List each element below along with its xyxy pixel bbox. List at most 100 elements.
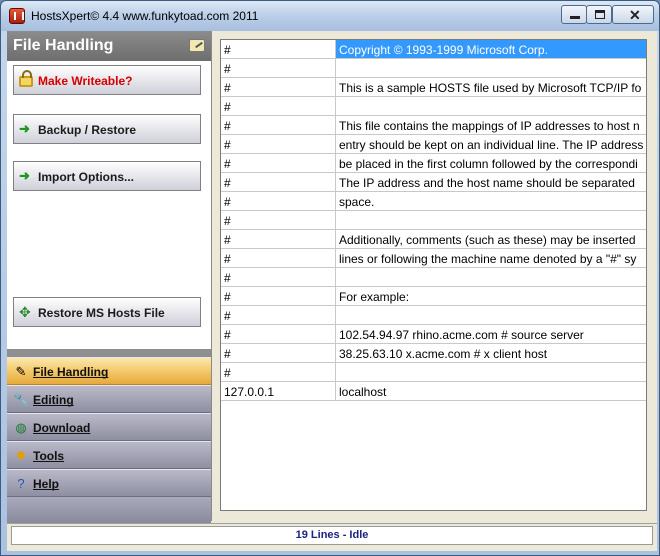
status-bar: 19 Lines - Idle [7,523,657,547]
nav-download[interactable]: ◍ Download [7,413,211,441]
host-cell[interactable] [336,268,646,286]
nav-file-handling-label: File Handling [33,365,109,379]
host-cell[interactable]: space. [336,192,646,210]
green-arrow-icon: ➜ [19,168,30,183]
ip-cell[interactable]: # [221,211,336,229]
ip-cell[interactable]: # [221,306,336,324]
host-cell[interactable] [336,363,646,381]
host-cell[interactable] [336,306,646,324]
table-row[interactable]: # lines or following the machine name den… [221,249,646,268]
table-row[interactable]: 127.0.0.1 localhost [221,382,646,401]
host-cell[interactable]: Additionally, comments (such as these) m… [336,230,646,248]
table-row[interactable]: # entry should be kept on an individual l… [221,135,646,154]
ip-cell[interactable]: # [221,78,336,96]
import-options-button[interactable]: ➜ Import Options... [13,161,201,191]
file-edit-icon [189,39,205,52]
table-row[interactable]: # This is a sample HOSTS file used by Mic… [221,78,646,97]
ip-cell[interactable]: # [221,97,336,115]
status-panel: 19 Lines - Idle [11,526,653,545]
main-panel: # Copyright © 1993-1999 Microsoft Corp. # #… [212,31,657,521]
table-row[interactable]: # space. [221,192,646,211]
window-title: HostsXpert© 4.4 www.funkytoad.com 2011 [31,9,259,23]
sidebar-header: File Handling [7,31,211,61]
table-row[interactable]: # [221,97,646,116]
ip-cell[interactable]: # [221,344,336,362]
restore-ms-hosts-button[interactable]: ✥ Restore MS Hosts File [13,297,201,327]
table-row[interactable]: # Copyright © 1993-1999 Microsoft Corp. [221,40,646,59]
sidebar: File Handling Make Writeable? ➜ Backup /… [7,31,212,523]
host-cell[interactable]: lines or following the machine name deno… [336,249,646,267]
backup-restore-button[interactable]: ➜ Backup / Restore [13,114,201,144]
restore-ms-hosts-label: Restore MS Hosts File [38,306,165,320]
table-row[interactable]: # be placed in the first column followed … [221,154,646,173]
host-cell[interactable]: This file contains the mappings of IP ad… [336,116,646,134]
close-button[interactable]: ✕ [612,5,654,24]
ip-cell[interactable]: # [221,154,336,172]
ip-cell[interactable]: # [221,173,336,191]
ip-cell[interactable]: # [221,40,336,58]
host-cell[interactable]: entry should be kept on an individual li… [336,135,646,153]
sidebar-header-title: File Handling [13,37,114,54]
host-cell[interactable]: be placed in the first column followed b… [336,154,646,172]
restore-arrows-icon: ✥ [19,304,31,320]
host-cell[interactable] [336,211,646,229]
maximize-button[interactable] [586,5,612,24]
nav-help[interactable]: ? Help [7,469,211,497]
ip-cell[interactable]: # [221,287,336,305]
ip-cell[interactable]: # [221,325,336,343]
ip-cell[interactable]: # [221,268,336,286]
hosts-grid[interactable]: # Copyright © 1993-1999 Microsoft Corp. # #… [220,39,647,511]
host-cell[interactable]: 38.25.63.10 x.acme.com # x client host [336,344,646,362]
table-row[interactable]: # The IP address and the host name should… [221,173,646,192]
wrench-icon: 🔧 [13,392,30,407]
green-arrow-icon: ➜ [19,121,30,136]
host-cell[interactable]: Copyright © 1993-1999 Microsoft Corp. [336,40,646,58]
table-row[interactable]: # [221,306,646,325]
nav-filler [7,497,211,523]
minimize-button[interactable] [561,5,587,24]
backup-restore-label: Backup / Restore [38,123,137,137]
help-icon: ? [17,476,25,491]
table-row[interactable]: # [221,59,646,78]
ip-cell[interactable]: # [221,59,336,77]
sidebar-divider [7,349,211,357]
ip-cell[interactable]: # [221,135,336,153]
host-cell[interactable] [336,59,646,77]
make-writeable-button[interactable]: Make Writeable? [13,65,201,95]
maximize-icon [595,10,605,19]
table-row[interactable]: #38.25.63.10 x.acme.com # x client host [221,344,646,363]
import-options-label: Import Options... [38,170,134,184]
ip-cell[interactable]: # [221,116,336,134]
globe-icon: ◍ [15,420,27,435]
sun-tools-icon: ✹ [15,448,27,463]
table-row[interactable]: #102.54.94.97 rhino.acme.com # source se… [221,325,646,344]
file-edit-icon: ✎ [15,364,27,379]
host-cell[interactable]: The IP address and the host name should … [336,173,646,191]
table-row[interactable]: # Additionally, comments (such as these) … [221,230,646,249]
nav-tools-label: Tools [33,449,65,463]
title-bar[interactable]: HostsXpert© 4.4 www.funkytoad.com 2011 ✕ [1,1,659,31]
make-writeable-label: Make Writeable? [38,74,133,88]
host-cell[interactable]: 102.54.94.97 rhino.acme.com # source ser… [336,325,646,343]
table-row[interactable]: # [221,363,646,382]
ip-cell[interactable]: # [221,363,336,381]
ip-cell[interactable]: # [221,192,336,210]
nav-editing[interactable]: 🔧 Editing [7,385,211,413]
host-cell[interactable] [336,97,646,115]
table-row[interactable]: # This file contains the mappings of IP a… [221,116,646,135]
nav-tools[interactable]: ✹ Tools [7,441,211,469]
app-window: HostsXpert© 4.4 www.funkytoad.com 2011 ✕… [0,0,660,556]
ip-cell[interactable]: 127.0.0.1 [221,382,336,400]
close-icon: ✕ [629,7,641,23]
table-row[interactable]: # For example: [221,287,646,306]
host-cell[interactable]: This is a sample HOSTS file used by Micr… [336,78,646,96]
app-logo-icon[interactable] [9,8,25,24]
host-cell[interactable]: For example: [336,287,646,305]
table-row[interactable]: # [221,211,646,230]
host-cell[interactable]: localhost [336,382,646,400]
nav-file-handling[interactable]: ✎ File Handling [7,357,211,385]
ip-cell[interactable]: # [221,230,336,248]
nav-download-label: Download [33,421,91,435]
ip-cell[interactable]: # [221,249,336,267]
table-row[interactable]: # [221,268,646,287]
